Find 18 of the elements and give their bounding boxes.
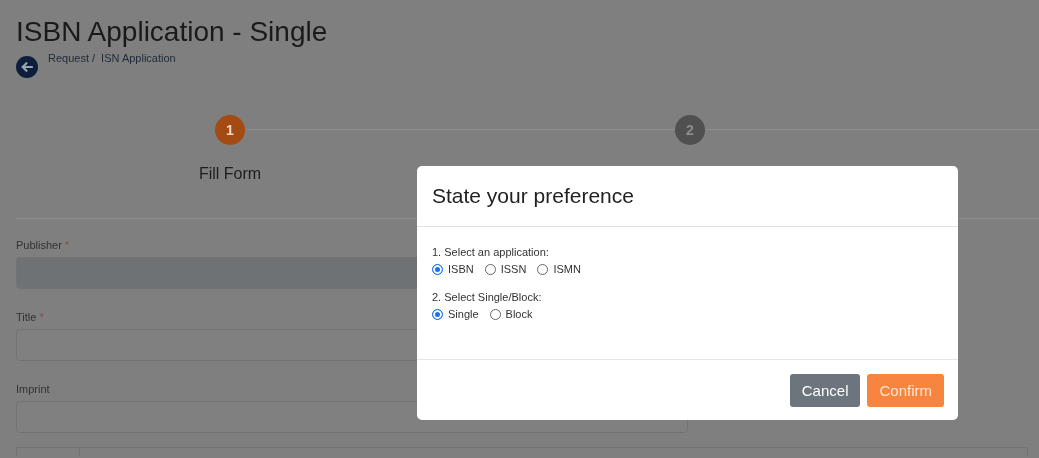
question-label: 2. Select Single/Block: [432,291,542,303]
radio-option[interactable]: Single [432,308,479,320]
breadcrumb-link[interactable]: ISN Application [101,52,176,64]
question-label: 1. Select an application: [432,246,549,258]
page-title: ISBN Application - Single [16,15,328,49]
radio-option[interactable]: Block [489,308,533,320]
radio-option[interactable]: ISSN [484,263,527,275]
field-label: Imprint [16,383,50,395]
field-label: Publisher * [16,239,70,251]
step-number: 1 [215,115,245,145]
breadcrumb-link[interactable]: Request / [48,52,96,64]
radio-option[interactable]: ISMN [537,263,581,275]
cancel-button[interactable]: Cancel [789,373,861,407]
field-label: Title * [16,311,44,323]
dialog-title: State your preference [432,184,634,208]
radio-option[interactable]: ISBN [432,263,474,275]
step-number: 2 [675,115,705,145]
step-label: Fill Form [198,165,262,183]
